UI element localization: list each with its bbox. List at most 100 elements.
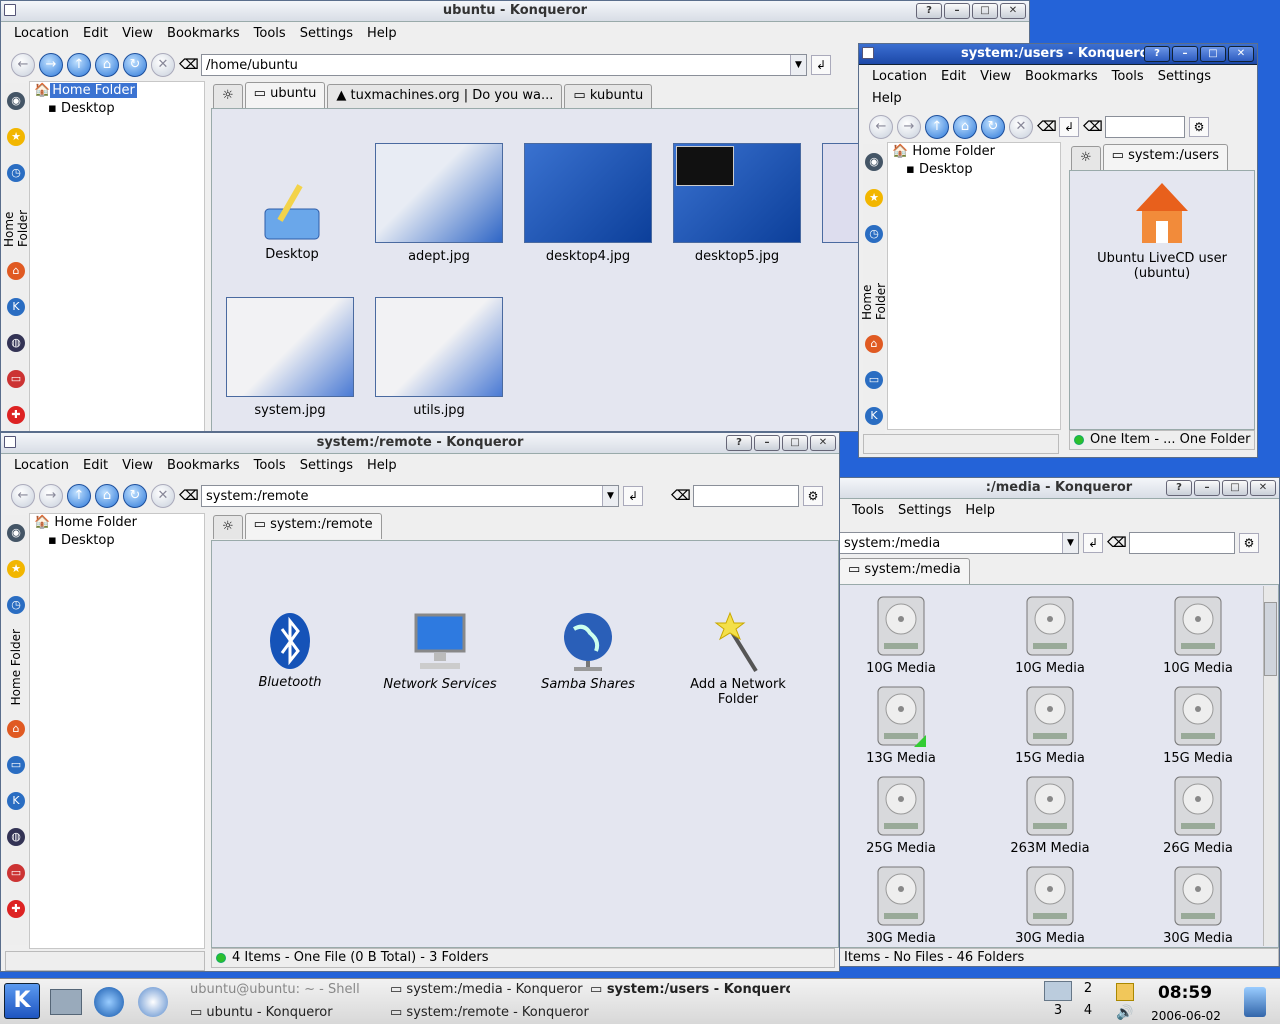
menu-settings[interactable]: Settings	[293, 455, 360, 479]
task-remote[interactable]: ▭ system:/remote - Konqueror	[390, 1005, 589, 1020]
close-button[interactable]: ✕	[810, 435, 836, 451]
folder-bluetooth[interactable]: Bluetooth	[232, 611, 348, 690]
menu-settings[interactable]: Settings	[891, 500, 958, 524]
tab-media[interactable]: ▭ system:/media	[839, 558, 970, 584]
menu-tools[interactable]: Tools	[1105, 66, 1151, 88]
stop-icon[interactable]: ✕	[151, 484, 175, 508]
media-item[interactable]: 15G Media	[1153, 685, 1243, 766]
search-engine-icon[interactable]: ⚙	[1239, 533, 1259, 553]
go-button[interactable]: ↲	[1083, 533, 1103, 553]
titlebar[interactable]: ubuntu - Konqueror ? – □ ✕	[1, 1, 1029, 22]
media-item[interactable]: 15G Media	[1005, 685, 1095, 766]
media-item[interactable]: 10G Media	[1005, 595, 1095, 676]
minimize-button[interactable]: –	[1194, 480, 1220, 496]
folder-icon[interactable]: ▭	[7, 756, 25, 775]
menu-location[interactable]: Location	[7, 23, 76, 47]
minimize-button[interactable]: –	[754, 435, 780, 451]
file-system-label[interactable]: system.jpg	[226, 403, 354, 418]
new-tab-button[interactable]: ☼	[213, 84, 243, 108]
help-button[interactable]: ?	[916, 3, 942, 19]
thumbnail-adept[interactable]	[375, 143, 503, 243]
scrollbar-thumb[interactable]	[1264, 602, 1277, 676]
media-item[interactable]: 10G Media	[856, 595, 946, 676]
menu-help[interactable]: Help	[360, 23, 404, 47]
pin-icon[interactable]: ✚	[7, 900, 25, 919]
menu-bookmarks[interactable]: Bookmarks	[160, 23, 247, 47]
titlebar[interactable]: system:/users - Konqueror ? – □ ✕	[859, 44, 1257, 65]
thumbnail-desktop5[interactable]	[673, 143, 801, 243]
file-adept-label[interactable]: adept.jpg	[375, 249, 503, 264]
tab-ubuntu[interactable]: ▭ ubuntu	[244, 82, 326, 108]
thumbnail-system[interactable]	[226, 297, 354, 397]
clear-search-icon[interactable]: ⌫	[1107, 535, 1127, 551]
pager-desktop-4[interactable]: 4	[1074, 1003, 1102, 1023]
thumbnail-partial[interactable]	[822, 143, 862, 243]
titlebar[interactable]: system:/remote - Konqueror ? – □ ✕	[1, 433, 839, 454]
new-tab-button[interactable]: ☼	[1071, 146, 1101, 170]
tree-item-desktop[interactable]: ▪ Desktop	[30, 532, 204, 550]
help-button[interactable]: ?	[726, 435, 752, 451]
minimize-button[interactable]: –	[944, 3, 970, 19]
scrollbar[interactable]	[1263, 586, 1277, 946]
chevron-down-icon[interactable]: ▼	[1062, 533, 1078, 553]
up-icon[interactable]: ↑	[925, 115, 949, 139]
menu-tools[interactable]: Tools	[247, 23, 293, 47]
kde-icon[interactable]: K	[7, 298, 25, 316]
file-ubuntu-user[interactable]: Ubuntu LiveCD user (ubuntu)	[1076, 181, 1248, 281]
maximize-button[interactable]: □	[782, 435, 808, 451]
thumbnail-utils[interactable]	[375, 297, 503, 397]
search-engine-icon[interactable]: ⚙	[1189, 117, 1209, 137]
media-item[interactable]: 30G Media	[1153, 865, 1243, 946]
tree-item-home[interactable]: 🏠 Home Folder	[30, 514, 204, 532]
menu-edit[interactable]: Edit	[76, 455, 115, 479]
task-ubuntu[interactable]: ▭ ubuntu - Konqueror	[190, 1005, 333, 1020]
navigation-icon[interactable]: ◉	[865, 153, 883, 171]
minimize-button[interactable]: –	[1172, 46, 1198, 62]
clear-search-icon[interactable]: ⌫	[1083, 119, 1103, 135]
folder-icon[interactable]: ▭	[865, 371, 883, 389]
menu-location[interactable]: Location	[865, 66, 934, 88]
menu-edit[interactable]: Edit	[934, 66, 973, 88]
network-icon[interactable]: ◍	[7, 828, 25, 847]
search-engine-icon[interactable]: ⚙	[803, 486, 823, 506]
file-desktop4-label[interactable]: desktop4.jpg	[524, 249, 652, 264]
media-item[interactable]: 30G Media	[1005, 865, 1095, 946]
history-icon[interactable]: ◷	[7, 596, 25, 614]
tree-item-home[interactable]: 🏠 Home Folder	[888, 143, 1060, 161]
menu-edit[interactable]: Edit	[76, 23, 115, 47]
forward-icon[interactable]: →	[897, 115, 921, 139]
search-input[interactable]	[1105, 116, 1185, 138]
navigation-icon[interactable]: ◉	[7, 524, 25, 542]
klipper-icon[interactable]	[1116, 983, 1134, 1001]
reload-icon[interactable]: ↻	[981, 115, 1005, 139]
reload-icon[interactable]: ↻	[123, 53, 147, 77]
kde-menu-icon[interactable]: K	[4, 983, 40, 1019]
menu-settings[interactable]: Settings	[1151, 66, 1218, 88]
sidebar-tab-home-folder[interactable]: Home Folder	[860, 258, 888, 320]
bookmarks-icon[interactable]: ★	[7, 128, 25, 146]
file-utils-label[interactable]: utils.jpg	[375, 403, 503, 418]
media-item[interactable]: 25G Media	[856, 775, 946, 856]
media-item[interactable]: 13G Media	[856, 685, 946, 766]
bookmarks-icon[interactable]: ★	[7, 560, 25, 578]
location-input[interactable]: /home/ubuntu ▼	[201, 54, 807, 76]
media-item[interactable]: 30G Media	[856, 865, 946, 946]
tab-remote[interactable]: ▭ system:/remote	[244, 513, 382, 539]
pager-desktop-1[interactable]	[1044, 981, 1072, 1001]
stop-icon[interactable]: ✕	[151, 53, 175, 77]
folder-icon[interactable]: ▭	[7, 370, 25, 388]
kontact-icon[interactable]	[138, 987, 168, 1017]
home-icon[interactable]: ⌂	[953, 115, 977, 139]
tree-item-desktop[interactable]: ▪ Desktop	[30, 100, 204, 118]
kde-icon[interactable]: K	[865, 407, 883, 425]
menu-tools[interactable]: Tools	[247, 455, 293, 479]
menu-bookmarks[interactable]: Bookmarks	[160, 455, 247, 479]
maximize-button[interactable]: □	[1200, 46, 1226, 62]
up-icon[interactable]: ↑	[67, 53, 91, 77]
clock-date[interactable]: 2006-06-02	[1146, 1009, 1226, 1023]
back-icon[interactable]: ←	[11, 53, 35, 77]
clear-search-icon[interactable]: ⌫	[671, 488, 691, 504]
clear-location-icon[interactable]: ⌫	[179, 488, 199, 504]
location-input[interactable]: system:/remote ▼	[201, 485, 619, 507]
menu-settings[interactable]: Settings	[293, 23, 360, 47]
